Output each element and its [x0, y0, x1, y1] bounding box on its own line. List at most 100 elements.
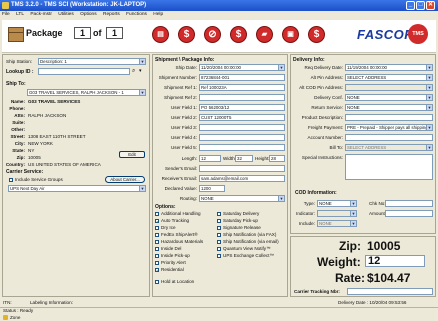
saturday-pickup-checkbox[interactable]	[217, 219, 221, 223]
declared-value-label: Declared Value:	[164, 186, 197, 191]
gift-icon[interactable]: ▣	[282, 26, 299, 43]
search-icon[interactable]: ⌕	[132, 68, 138, 75]
declared-value-input[interactable]: 1200	[199, 185, 225, 192]
length-input[interactable]: 12	[199, 155, 221, 162]
alt-pin-label: Alt Pin Address:	[310, 75, 343, 80]
status-bar: ITN: Labeling Information: Delivery Date…	[0, 297, 438, 321]
tracking-input[interactable]	[347, 288, 433, 295]
menu-functions[interactable]: Functions	[126, 12, 147, 17]
ship-to-select[interactable]: G03 TRAVEL SERVICES, RALPH JACKSON - 1 ▼	[27, 89, 146, 96]
saturday-delivery-checkbox[interactable]	[217, 212, 221, 216]
title-bar: TMS 3.2.0 - TMS SCI (Workstation: JK-LAP…	[0, 0, 438, 11]
user-field1-input[interactable]: PO 562003/12	[199, 104, 285, 111]
req-delivery-date-field[interactable]: 11/19/2004 00:00:00 ▼	[345, 64, 433, 71]
dollar-icon[interactable]: $	[308, 26, 325, 43]
req-delivery-date-value: 11/19/2004 00:00:00	[347, 65, 387, 70]
delivery-panel: Delivery Info: Req Delivery Date: 11/19/…	[290, 54, 436, 234]
ship-notification-email-checkbox[interactable]	[217, 240, 221, 244]
quantum-view-checkbox[interactable]	[217, 247, 221, 251]
sender-email-input[interactable]	[199, 165, 285, 172]
hazardous-materials-label: Hazardous Materials	[161, 239, 204, 244]
chevron-down-icon: ▼	[426, 145, 432, 150]
cod-chk-input[interactable]	[385, 200, 433, 207]
menu-reports[interactable]: Reports	[103, 12, 120, 17]
shipment-ref1-field[interactable]: Ref 100023A	[199, 84, 285, 91]
include-groups-checkbox[interactable]	[9, 178, 13, 182]
truck-icon[interactable]: ▰	[256, 26, 273, 43]
maximize-button[interactable]: □	[416, 1, 425, 10]
cod-amount-label: Amount:	[369, 211, 387, 216]
freight-payment-select[interactable]: PRE - Prepaid - Shipper pays all shippin…	[345, 124, 433, 131]
product-description-input[interactable]	[345, 114, 433, 121]
hold-at-location-checkbox[interactable]	[155, 280, 159, 284]
alt-cod-select[interactable]: ▼	[345, 84, 433, 91]
alt-pin-select[interactable]: SELECT ADDRESS ▼	[345, 74, 433, 81]
shipment-number-field[interactable]: 87236844-001	[199, 74, 285, 81]
ups-exchange-label: UPS Exchange Collect™	[223, 253, 275, 258]
cod-type-select[interactable]: NONE ▼	[317, 200, 357, 207]
dropdown-icon[interactable]: ▾	[139, 68, 145, 75]
menu-utilities[interactable]: Utilities	[58, 12, 73, 17]
signature-release-checkbox[interactable]	[217, 226, 221, 230]
ship-date-field[interactable]: 11/20/2004 00:00:00 ▼	[199, 64, 285, 71]
priority-alert-checkbox[interactable]	[155, 261, 159, 265]
account-number-input[interactable]	[345, 134, 433, 141]
auto-tracking-checkbox[interactable]: ✓	[155, 219, 159, 224]
inside-del-checkbox[interactable]	[155, 247, 159, 251]
user-field5-input[interactable]	[199, 144, 285, 151]
return-service-label: Return Service:	[311, 105, 343, 110]
user-field3-input[interactable]	[199, 124, 285, 131]
summary-rate-value: $104.47	[367, 271, 411, 285]
cod-include-value: NONE	[319, 221, 332, 226]
cod-include-select[interactable]: NONE ▼	[317, 220, 357, 227]
fedex-shipalert-checkbox[interactable]	[155, 233, 159, 237]
close-button[interactable]: ✕	[426, 1, 435, 10]
shipment-ref2-field[interactable]	[199, 94, 285, 101]
menu-help[interactable]: Help	[153, 12, 163, 17]
dollar-icon[interactable]: $	[230, 26, 247, 43]
weight-input[interactable]: 12	[365, 255, 425, 267]
edit-button[interactable]: Edit	[119, 151, 145, 158]
user-field2-input[interactable]: CUST 12000T5	[199, 114, 285, 121]
routing-select[interactable]: NONE ▼	[199, 195, 285, 202]
height-input[interactable]: 28	[269, 155, 285, 162]
lookup-input[interactable]	[38, 68, 130, 75]
saturday-delivery-label: Saturday Delivery	[223, 211, 260, 216]
hazardous-materials-checkbox[interactable]	[155, 240, 159, 244]
dollar-icon[interactable]: $	[178, 26, 195, 43]
inside-del-label: Inside Del	[161, 246, 182, 251]
zone-label: Zone	[10, 315, 21, 320]
special-instructions-textarea[interactable]	[345, 154, 433, 180]
menu-options[interactable]: Options	[80, 12, 97, 17]
menu-pack-mstr[interactable]: Pack-mstr	[30, 12, 52, 17]
shipment-number-label: Shipment Number:	[158, 75, 197, 80]
cod-amount-input[interactable]	[385, 210, 433, 217]
ship-station-label: Ship Station:	[6, 59, 33, 64]
receiver-email-input[interactable]: sam.adams@email.com	[199, 175, 285, 182]
bill-to-select[interactable]: SELECT ADDRESS ▼	[345, 144, 433, 151]
special-instructions-label: Special Instructions:	[301, 155, 343, 160]
ship-notification-fax-checkbox[interactable]	[217, 233, 221, 237]
return-service-select[interactable]: NONE ▼	[345, 104, 433, 111]
menu-file[interactable]: File	[2, 12, 10, 17]
delivery-conf-select[interactable]: NONE ▼	[345, 94, 433, 101]
minimize-button[interactable]: _	[406, 1, 415, 10]
about-carrier-button[interactable]: About Carrier...	[105, 176, 145, 183]
residential-checkbox[interactable]: ✓	[155, 268, 159, 273]
carrier-select[interactable]: UPS Next Day Air ▼	[8, 185, 146, 192]
user-field4-input[interactable]	[199, 134, 285, 141]
bill-to-label: Bill To:	[329, 145, 343, 150]
package-current-field[interactable]: 1	[74, 27, 91, 39]
cod-indicator-select[interactable]: ▼	[317, 210, 357, 217]
itn-label: ITN:	[3, 300, 12, 305]
dry-ice-checkbox[interactable]	[155, 226, 159, 230]
inside-pickup-checkbox[interactable]	[155, 254, 159, 258]
menu-ltl[interactable]: LTL	[16, 12, 24, 17]
additional-handling-checkbox[interactable]	[155, 212, 159, 216]
printer-icon[interactable]: ▤	[152, 26, 169, 43]
no-icon[interactable]: ⊘	[204, 26, 221, 43]
include-groups-label: Include Service Groups	[15, 177, 63, 182]
ship-station-select[interactable]: Description: 1 ▼	[38, 58, 146, 65]
ups-exchange-checkbox[interactable]	[217, 254, 221, 258]
width-input[interactable]: 32	[235, 155, 253, 162]
